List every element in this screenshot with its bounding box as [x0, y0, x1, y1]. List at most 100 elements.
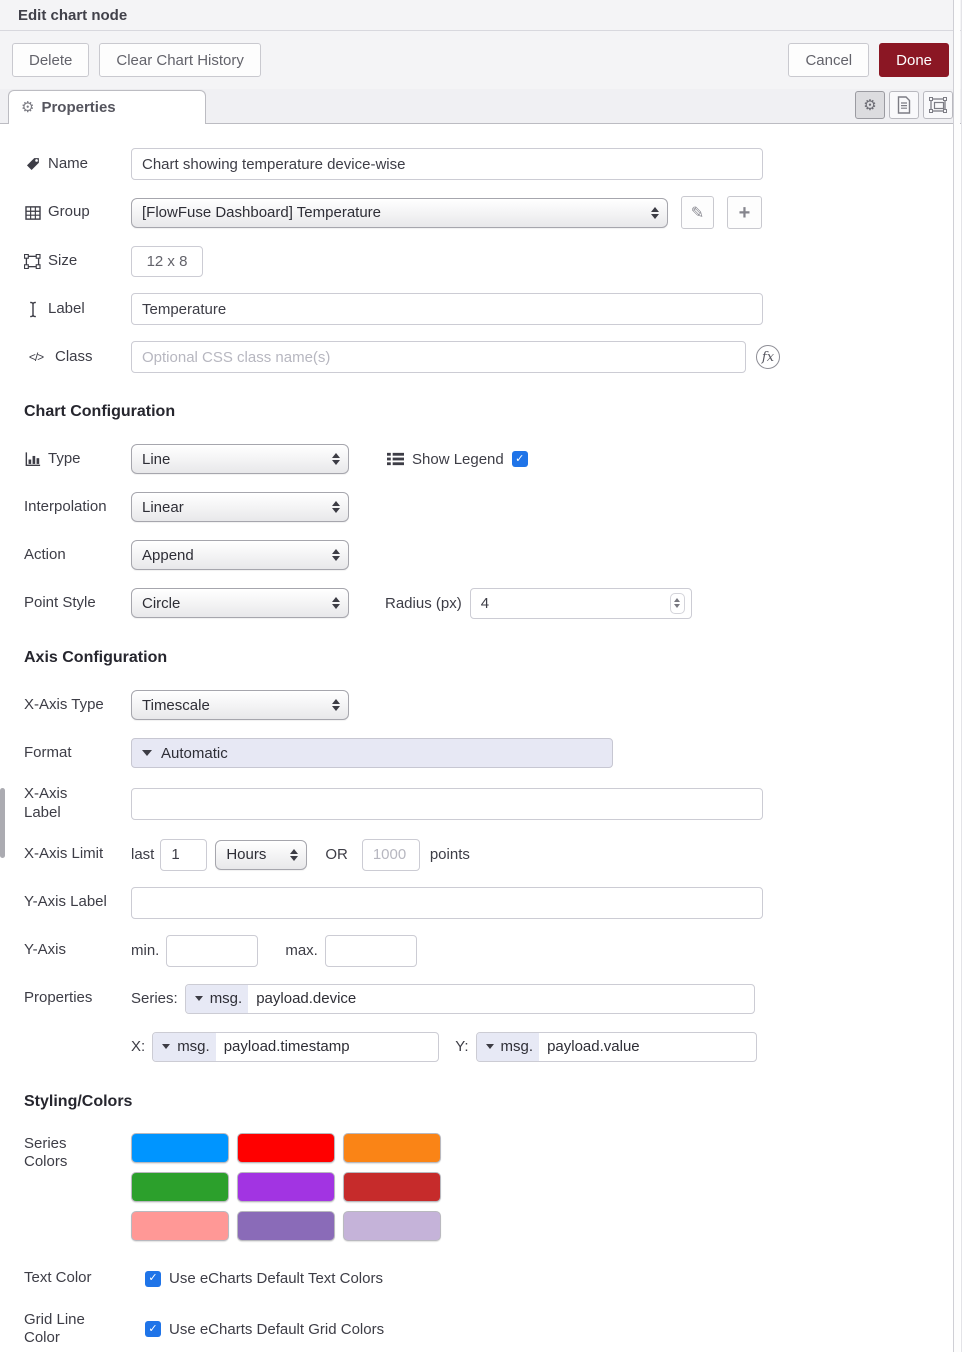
- y-max-label: max.: [285, 942, 318, 959]
- description-button[interactable]: [889, 91, 919, 119]
- format-row: Format Automatic: [24, 737, 961, 769]
- pencil-icon: ✎: [691, 203, 704, 222]
- x-axis-label-row: X-Axis Label: [24, 785, 961, 823]
- grid-color-row: Grid Line Color ✓ Use eCharts Default Gr…: [24, 1311, 961, 1349]
- action-select[interactable]: Append: [131, 540, 349, 570]
- label-input[interactable]: [131, 293, 763, 325]
- y-axis-label-row: Y-Axis Label: [24, 887, 961, 919]
- interpolation-select[interactable]: Linear: [131, 492, 349, 522]
- msg-type-chip[interactable]: msg.: [153, 1033, 216, 1061]
- select-arrows-icon: [290, 849, 298, 861]
- y-property-label: Y:: [455, 1038, 468, 1055]
- select-arrows-icon: [332, 501, 340, 513]
- type-row: Type Line Show Legend ✓: [24, 443, 961, 475]
- gear-icon: ⚙: [21, 100, 34, 115]
- text-color-checkbox[interactable]: ✓: [145, 1271, 161, 1287]
- y-axis-label-input[interactable]: [131, 887, 763, 919]
- radius-input[interactable]: [470, 588, 692, 619]
- select-arrows-icon: [332, 453, 340, 465]
- done-button[interactable]: Done: [879, 43, 949, 77]
- label-row: Label: [24, 293, 961, 325]
- series-color-swatch-1[interactable]: [131, 1133, 229, 1163]
- class-label: </> Class: [24, 348, 131, 367]
- series-color-swatch-4[interactable]: [131, 1172, 229, 1202]
- interpolation-label: Interpolation: [24, 498, 131, 517]
- type-select[interactable]: Line: [131, 444, 349, 474]
- action-label: Action: [24, 546, 131, 565]
- text-color-label: Text Color: [24, 1269, 131, 1288]
- x-axis-type-select[interactable]: Timescale: [131, 690, 349, 720]
- x-typed-input[interactable]: msg. payload.timestamp: [152, 1032, 439, 1062]
- y-max-input[interactable]: [325, 935, 417, 967]
- limit-unit-select[interactable]: Hours: [215, 840, 307, 870]
- series-color-swatch-7[interactable]: [131, 1211, 229, 1241]
- point-style-select[interactable]: Circle: [131, 588, 349, 618]
- dialog-header: Edit chart node: [0, 0, 961, 31]
- tab-bar: ⚙ Properties ⚙: [0, 89, 961, 124]
- select-arrows-icon: [332, 597, 340, 609]
- chevron-down-icon: [195, 996, 203, 1001]
- series-typed-input[interactable]: msg. payload.device: [185, 984, 755, 1014]
- select-arrows-icon: [651, 207, 659, 219]
- object-group-icon: [24, 254, 41, 269]
- radius-label: Radius (px): [385, 595, 462, 612]
- x-axis-limit-label: X-Axis Limit: [24, 845, 131, 864]
- format-label: Format: [24, 744, 131, 763]
- show-legend-checkbox[interactable]: ✓: [512, 451, 528, 467]
- name-row: Name: [24, 148, 961, 180]
- edit-chart-node-dialog: Edit chart node Delete Clear Chart Histo…: [0, 0, 962, 1352]
- chevron-down-icon: [486, 1044, 494, 1049]
- delete-button[interactable]: Delete: [12, 43, 89, 77]
- tab-properties[interactable]: ⚙ Properties: [8, 90, 206, 124]
- size-label: Size: [24, 252, 131, 271]
- right-scrollbar-track[interactable]: [953, 0, 960, 1352]
- number-spinner-icon[interactable]: [670, 593, 685, 614]
- dialog-title: Edit chart node: [18, 7, 127, 24]
- series-colors-row: Series Colors: [24, 1133, 961, 1241]
- series-color-swatch-9[interactable]: [343, 1211, 441, 1241]
- appearance-button[interactable]: [923, 91, 953, 119]
- format-dropdown[interactable]: Automatic: [131, 738, 613, 768]
- y-axis-label-label: Y-Axis Label: [24, 893, 131, 912]
- name-input[interactable]: [131, 148, 763, 180]
- text-color-checkbox-label: Use eCharts Default Text Colors: [169, 1270, 383, 1287]
- tab-properties-label: Properties: [41, 99, 115, 116]
- clear-chart-history-button[interactable]: Clear Chart History: [99, 43, 261, 77]
- x-axis-label-input[interactable]: [131, 788, 763, 820]
- left-scrollbar-thumb[interactable]: [0, 788, 5, 858]
- x-axis-label-label: X-Axis Label: [24, 785, 131, 823]
- bar-chart-icon: [24, 452, 41, 467]
- chevron-down-icon: [162, 1044, 170, 1049]
- msg-type-chip[interactable]: msg.: [477, 1033, 540, 1061]
- dialog-toolbar: Delete Clear Chart History Cancel Done: [0, 31, 961, 89]
- group-label: Group: [24, 203, 131, 222]
- list-icon: [387, 452, 404, 466]
- group-select[interactable]: [FlowFuse Dashboard] Temperature: [131, 198, 668, 228]
- y-min-input[interactable]: [166, 935, 258, 967]
- limit-or-label: OR: [325, 846, 348, 863]
- limit-value-input[interactable]: [160, 839, 207, 871]
- size-row: Size 12 x 8: [24, 245, 961, 277]
- y-typed-input[interactable]: msg. payload.value: [476, 1032, 757, 1062]
- class-input[interactable]: [131, 341, 746, 373]
- chevron-down-icon: [142, 750, 152, 756]
- msg-type-chip[interactable]: msg.: [186, 985, 249, 1013]
- chart-configuration-heading: Chart Configuration: [24, 403, 961, 421]
- properties-gear-button[interactable]: ⚙: [855, 91, 885, 119]
- edit-group-button[interactable]: ✎: [681, 196, 714, 229]
- properties-form: Name Group [FlowFuse Dashboard] Temperat…: [0, 124, 961, 1348]
- add-group-button[interactable]: +: [727, 196, 762, 229]
- y-min-label: min.: [131, 942, 159, 959]
- grid-color-checkbox[interactable]: ✓: [145, 1321, 161, 1337]
- name-label: Name: [24, 155, 131, 174]
- series-color-swatch-8[interactable]: [237, 1211, 335, 1241]
- series-color-swatch-6[interactable]: [343, 1172, 441, 1202]
- series-color-swatch-5[interactable]: [237, 1172, 335, 1202]
- limit-points-input[interactable]: [362, 839, 420, 871]
- size-button[interactable]: 12 x 8: [131, 246, 203, 277]
- plus-icon: +: [739, 203, 751, 223]
- series-color-swatch-2[interactable]: [237, 1133, 335, 1163]
- series-color-swatch-3[interactable]: [343, 1133, 441, 1163]
- x-axis-limit-row: X-Axis Limit last Hours OR points: [24, 839, 961, 871]
- cancel-button[interactable]: Cancel: [788, 43, 869, 77]
